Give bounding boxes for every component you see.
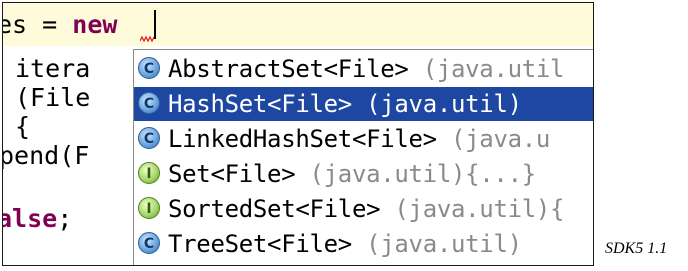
- completion-type: SortedSet<File>: [168, 195, 381, 223]
- code-editor-frame[interactable]: es = new itera (File { pend(F alse; C Ab…: [2, 2, 594, 266]
- class-icon: C: [138, 127, 160, 149]
- class-icon: C: [138, 57, 160, 79]
- completion-item-label: Set<File> (java.util){...}: [168, 157, 536, 191]
- completion-item-hashset[interactable]: C HashSet<File> (java.util): [134, 87, 593, 121]
- caption-label: SDK5 1.1: [605, 240, 668, 257]
- false-keyword: alse: [2, 204, 58, 233]
- code-line-1-prefix: es =: [2, 10, 73, 39]
- class-icon: C: [138, 92, 160, 114]
- completion-item-label: TreeSet<File> (java.util): [168, 227, 522, 261]
- completion-type: LinkedHashSet<File>: [168, 125, 437, 153]
- completion-item-sortedset[interactable]: I SortedSet<File> (java.util){: [134, 192, 593, 226]
- completion-package: (java.u: [436, 125, 551, 153]
- interface-icon: I: [138, 197, 160, 219]
- completion-item-set[interactable]: I Set<File> (java.util){...}: [134, 157, 593, 191]
- error-squiggle: [140, 36, 154, 42]
- completion-package: (java.util): [351, 90, 522, 118]
- completion-type: HashSet<File>: [168, 90, 352, 118]
- interface-icon: I: [138, 162, 160, 184]
- completion-package: (java.util){...}: [295, 160, 536, 188]
- completion-type: TreeSet<File>: [168, 230, 352, 258]
- completion-popup[interactable]: C AbstractSet<File> (java.util C HashSet…: [133, 49, 593, 265]
- completion-type: Set<File>: [168, 160, 296, 188]
- text-caret: [154, 10, 156, 39]
- completion-item-label: LinkedHashSet<File> (java.u: [168, 122, 550, 156]
- code-line-7-suffix: ;: [57, 204, 73, 233]
- code-line-1[interactable]: es = new: [2, 5, 118, 45]
- completion-package: (java.util): [351, 230, 522, 258]
- new-keyword: new: [72, 10, 118, 39]
- code-line-7[interactable]: alse;: [2, 199, 73, 239]
- completion-item-label: SortedSet<File> (java.util){: [168, 192, 565, 226]
- code-line-5[interactable]: pend(F: [3, 136, 89, 176]
- class-icon: C: [138, 232, 160, 254]
- completion-item-label: AbstractSet<File> (java.util: [168, 52, 565, 86]
- completion-package: (java.util: [408, 55, 565, 83]
- completion-item-abstractset[interactable]: C AbstractSet<File> (java.util: [134, 52, 593, 86]
- completion-item-treeset[interactable]: C TreeSet<File> (java.util): [134, 227, 593, 261]
- completion-type: AbstractSet<File>: [168, 55, 409, 83]
- completion-item-label: HashSet<File> (java.util): [168, 87, 522, 121]
- completion-package: (java.util){: [380, 195, 565, 223]
- completion-item-linkedhashset[interactable]: C LinkedHashSet<File> (java.u: [134, 122, 593, 156]
